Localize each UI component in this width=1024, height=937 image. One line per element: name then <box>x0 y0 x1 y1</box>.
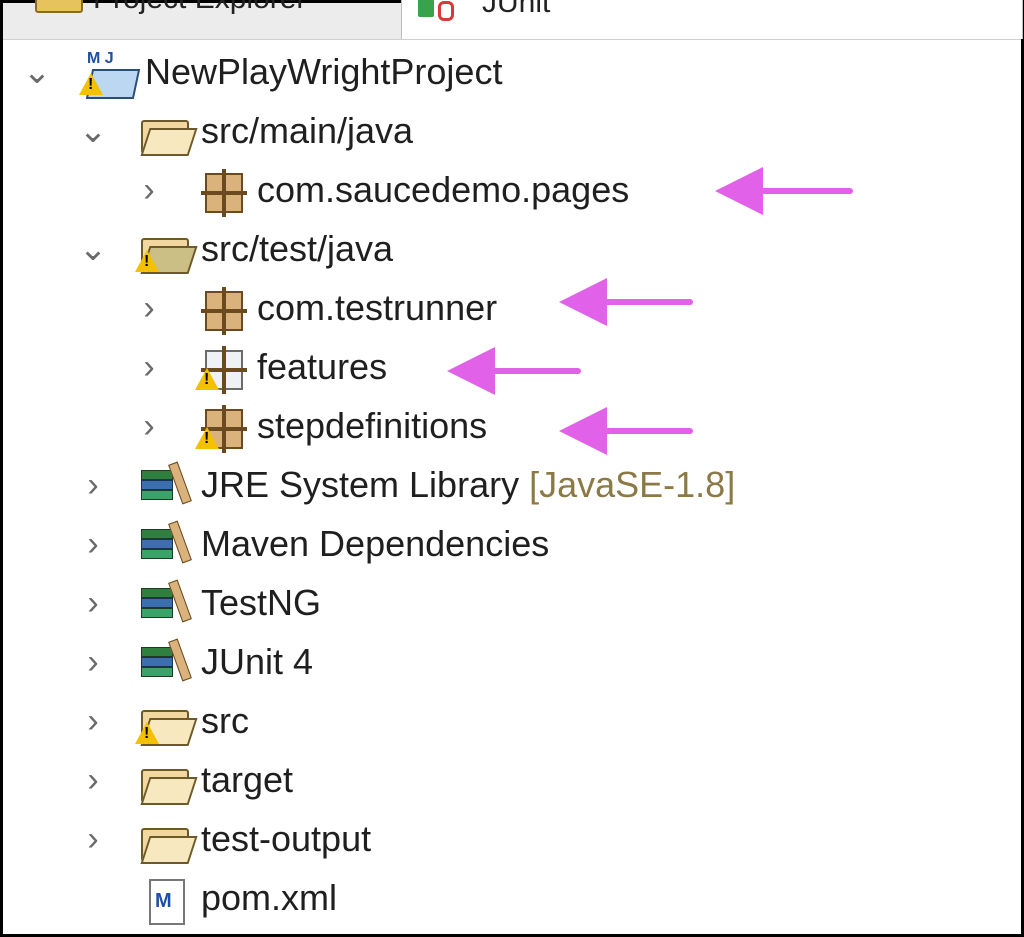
package-icon <box>199 169 251 217</box>
junit-failure-icon <box>438 1 454 21</box>
library-icon <box>139 638 192 682</box>
annotation-arrow <box>447 347 587 397</box>
tree-item-label: src <box>201 700 249 741</box>
java-maven-project-icon: M J <box>79 51 141 99</box>
library-icon <box>139 520 192 564</box>
tab-junit-label: JUnit <box>482 0 551 19</box>
library-name: JRE System Library <box>201 464 520 505</box>
folder-icon <box>139 759 198 805</box>
chevron-right-icon[interactable]: › <box>73 456 113 514</box>
chevron-right-icon[interactable]: › <box>73 574 113 632</box>
chevron-down-icon[interactable]: ⌄ <box>17 43 57 101</box>
library-icon <box>139 461 192 505</box>
source-folder-icon <box>139 110 198 156</box>
chevron-right-icon[interactable]: › <box>73 810 113 868</box>
chevron-right-icon[interactable]: › <box>129 338 169 396</box>
library-icon <box>139 579 192 623</box>
view-tab-bar: Project Explorer JUnit <box>3 0 1023 40</box>
folder-icon <box>135 700 198 746</box>
annotation-arrow <box>559 407 699 457</box>
library-version-decoration: [JavaSE-1.8] <box>529 464 736 505</box>
chevron-down-icon[interactable]: ⌄ <box>73 220 113 278</box>
annotation-arrow <box>715 167 855 217</box>
tree-item-label: com.testrunner <box>257 287 498 328</box>
tree-item-label: com.saucedemo.pages <box>257 169 630 210</box>
tab-project-explorer-label: Project Explorer <box>93 0 306 14</box>
tree-item-label: src/main/java <box>201 110 414 151</box>
folder-icon <box>139 818 198 864</box>
chevron-right-icon[interactable]: › <box>73 515 113 573</box>
chevron-right-icon[interactable]: › <box>129 279 169 337</box>
tree-item-label: JRE System Library [JavaSE-1.8] <box>201 456 735 514</box>
chevron-right-icon[interactable]: › <box>73 751 113 809</box>
tab-junit[interactable]: JUnit <box>401 0 1023 39</box>
tree-item-label: JUnit 4 <box>201 641 314 682</box>
annotation-arrow <box>559 278 699 328</box>
tree-item-label: src/test/java <box>201 228 394 269</box>
tree-item-label: features <box>257 346 388 387</box>
project-explorer-panel: Project Explorer JUnit ⌄ M J NewPlayWrig… <box>0 0 1024 937</box>
tree-item-label: stepdefinitions <box>257 405 488 446</box>
package-icon <box>195 405 251 453</box>
chevron-right-icon[interactable]: › <box>73 633 113 691</box>
project-explorer-icon <box>35 0 83 13</box>
chevron-right-icon[interactable]: › <box>129 397 169 455</box>
junit-check-icon <box>418 0 434 17</box>
package-icon <box>195 346 251 394</box>
tree-item-label: test-output <box>201 818 372 859</box>
source-folder-icon <box>135 228 198 274</box>
tree-item-label: TestNG <box>201 582 322 623</box>
tree-item-label: Maven Dependencies <box>201 523 550 564</box>
chevron-down-icon[interactable]: ⌄ <box>73 102 113 160</box>
maven-pom-icon <box>139 877 191 925</box>
tree-item-label: target <box>201 759 294 800</box>
tree-item-label: NewPlayWrightProject <box>145 51 503 92</box>
package-icon <box>199 287 251 335</box>
chevron-right-icon[interactable]: › <box>73 692 113 750</box>
chevron-right-icon[interactable]: › <box>129 161 169 219</box>
tree-item-label: pom.xml <box>201 877 338 918</box>
